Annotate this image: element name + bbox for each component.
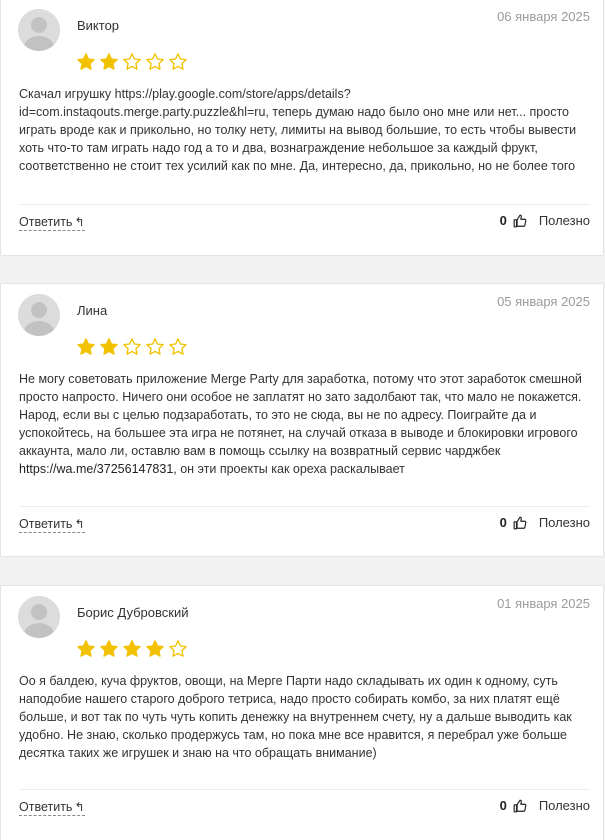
star-empty-icon [168, 639, 188, 659]
reviews-page: Виктор 06 января 2025 Скачал игрушку htt… [0, 0, 605, 840]
reply-button[interactable]: Ответить ↰ [19, 800, 85, 816]
user-placeholder-icon [18, 596, 60, 638]
useful-label[interactable]: Полезно [539, 213, 590, 228]
star-filled-icon [99, 337, 119, 357]
star-empty-icon [122, 337, 142, 357]
reply-button[interactable]: Ответить ↰ [19, 215, 85, 231]
rating-stars [76, 52, 188, 72]
review-card: Борис Дубровский 01 января 2025 Оо я бал… [0, 585, 604, 840]
divider [19, 204, 590, 205]
review-date: 06 января 2025 [497, 9, 590, 24]
thumbs-up-icon[interactable] [513, 799, 527, 813]
star-filled-icon [99, 52, 119, 72]
review-author: Виктор [77, 18, 120, 33]
review-card: Виктор 06 января 2025 Скачал игрушку htt… [0, 0, 604, 256]
rating-stars [76, 337, 188, 357]
reply-label: Ответить [19, 215, 73, 229]
useful-count: 0 [499, 515, 507, 530]
star-filled-icon [76, 52, 96, 72]
avatar [18, 9, 60, 51]
avatar [18, 294, 60, 336]
review-text: Скачал игрушку https://play.google.com/s… [19, 87, 577, 173]
useful-control: 0 Полезно [500, 515, 590, 530]
review-text-part: , он эти проекты как ореха раскалывает [173, 462, 405, 476]
thumbs-up-icon[interactable] [513, 214, 527, 228]
star-empty-icon [145, 337, 165, 357]
user-placeholder-icon [18, 294, 60, 336]
useful-label[interactable]: Полезно [539, 798, 590, 813]
star-empty-icon [145, 52, 165, 72]
reply-label: Ответить [19, 517, 73, 531]
star-filled-icon [76, 337, 96, 357]
useful-label[interactable]: Полезно [539, 515, 590, 530]
useful-control: 0 Полезно [500, 798, 590, 813]
review-author: Лина [77, 303, 108, 318]
review-card: Лина 05 января 2025 Не могу советовать п… [0, 283, 604, 557]
review-text-part: Не могу советовать приложение Merge Part… [19, 372, 582, 458]
star-empty-icon [122, 52, 142, 72]
review-date: 01 января 2025 [497, 596, 590, 611]
thumbs-up-icon[interactable] [513, 516, 527, 530]
user-placeholder-icon [18, 9, 60, 51]
star-empty-icon [168, 52, 188, 72]
useful-count: 0 [499, 213, 507, 228]
review-link[interactable]: https://wa.me/37256147831 [19, 462, 173, 476]
star-filled-icon [99, 639, 119, 659]
star-empty-icon [168, 337, 188, 357]
reply-arrow-icon: ↰ [74, 215, 85, 229]
review-author: Борис Дубровский [77, 605, 189, 620]
star-filled-icon [145, 639, 165, 659]
avatar [18, 596, 60, 638]
divider [19, 789, 590, 790]
rating-stars [76, 639, 188, 659]
reply-arrow-icon: ↰ [74, 800, 85, 814]
reply-button[interactable]: Ответить ↰ [19, 517, 85, 533]
useful-count: 0 [499, 798, 507, 813]
star-filled-icon [122, 639, 142, 659]
reply-label: Ответить [19, 800, 73, 814]
review-date: 05 января 2025 [497, 294, 590, 309]
divider [19, 506, 590, 507]
review-text: Оо я балдею, куча фруктов, овощи, на Мер… [19, 674, 572, 760]
useful-control: 0 Полезно [500, 213, 590, 228]
reply-arrow-icon: ↰ [74, 517, 85, 531]
review-text: Не могу советовать приложение Merge Part… [19, 370, 587, 478]
star-filled-icon [76, 639, 96, 659]
